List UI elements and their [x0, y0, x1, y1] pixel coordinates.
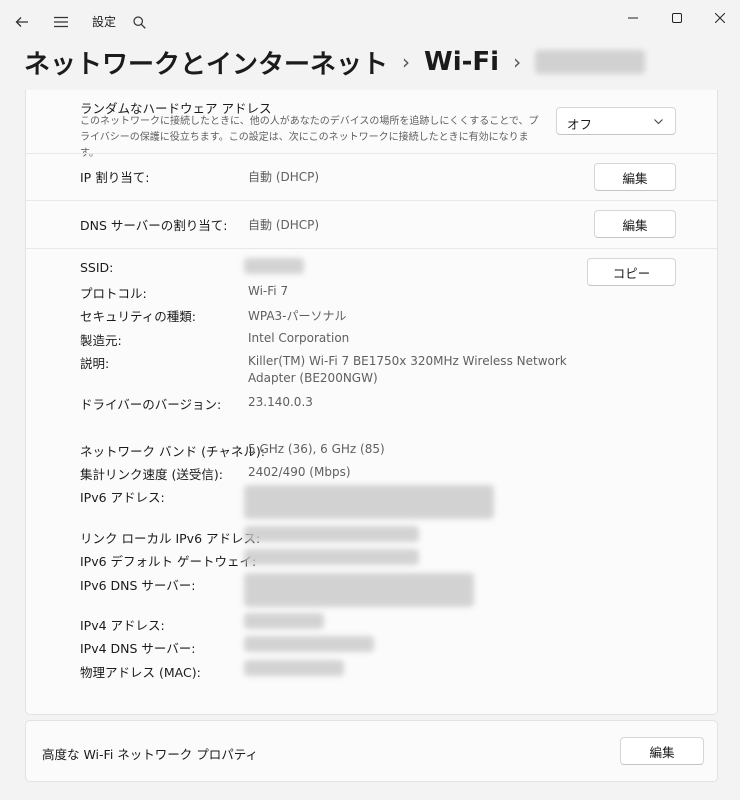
network-properties-card: ランダムなハードウェア アドレス このネットワークに接続したときに、他の人があな…: [25, 90, 718, 715]
ipv4-dns-redacted: [244, 636, 374, 652]
ip-assignment-edit-button[interactable]: 編集: [594, 163, 676, 191]
random-hw-select[interactable]: オフ: [556, 107, 676, 135]
title-bar: 設定: [0, 0, 740, 40]
manufacturer-label: 製造元:: [80, 333, 122, 348]
chevron-down-icon: [654, 119, 663, 125]
menu-button[interactable]: [47, 8, 75, 36]
maximize-icon: [672, 13, 682, 23]
link-local-ipv6-redacted: [244, 526, 419, 542]
ipv4-address-label: IPv4 アドレス:: [80, 618, 165, 633]
breadcrumb-network[interactable]: ネットワークとインターネット: [24, 44, 388, 81]
protocol-label: プロトコル:: [80, 286, 147, 301]
ipv6-gateway-label: IPv6 デフォルト ゲートウェイ:: [80, 554, 257, 569]
dns-assignment-value: 自動 (DHCP): [248, 218, 320, 232]
security-value: WPA3-パーソナル: [248, 309, 347, 323]
divider: [26, 153, 717, 154]
network-band-value: 5 GHz (36), 6 GHz (85): [248, 442, 385, 456]
dns-assignment-edit-button[interactable]: 編集: [594, 210, 676, 238]
close-button[interactable]: [697, 2, 740, 34]
manufacturer-value: Intel Corporation: [248, 331, 350, 345]
divider: [26, 200, 717, 201]
ip-assignment-label: IP 割り当て:: [80, 170, 150, 185]
driver-version-label: ドライバーのバージョン:: [80, 397, 222, 412]
copy-button[interactable]: コピー: [587, 258, 676, 286]
description-value-line2: Adapter (BE200NGW): [248, 371, 378, 385]
description-value-line1: Killer(TM) Wi-Fi 7 BE1750x 320MHz Wirele…: [248, 354, 567, 368]
hamburger-icon: [54, 16, 68, 28]
chevron-right-icon: ›: [513, 50, 522, 74]
app-title: 設定: [92, 15, 117, 29]
ipv6-address-label: IPv6 アドレス:: [80, 490, 165, 505]
description-label: 説明:: [80, 356, 110, 371]
advanced-wifi-label: 高度な Wi-Fi ネットワーク プロパティ: [42, 747, 258, 762]
back-button[interactable]: [8, 8, 36, 36]
protocol-value: Wi-Fi 7: [248, 284, 289, 298]
divider: [26, 248, 717, 249]
advanced-wifi-properties-card: 高度な Wi-Fi ネットワーク プロパティ 編集: [25, 720, 718, 782]
search-button[interactable]: [125, 8, 153, 36]
advanced-wifi-edit-button[interactable]: 編集: [620, 737, 704, 765]
network-band-label: ネットワーク バンド (チャネル):: [80, 444, 265, 459]
chevron-right-icon: ›: [402, 50, 411, 74]
ipv6-dns-label: IPv6 DNS サーバー:: [80, 578, 196, 593]
ipv4-address-redacted: [244, 613, 324, 629]
link-local-ipv6-label: リンク ローカル IPv6 アドレス:: [80, 531, 261, 546]
ssid-label: SSID:: [80, 260, 114, 275]
ipv6-gateway-redacted: [244, 549, 419, 565]
link-speed-label: 集計リンク速度 (送受信):: [80, 467, 223, 482]
dns-assignment-label: DNS サーバーの割り当て:: [80, 218, 228, 233]
driver-version-value: 23.140.0.3: [248, 395, 313, 409]
maximize-button[interactable]: [654, 2, 700, 34]
arrow-left-icon: [15, 17, 28, 27]
random-hw-description: このネットワークに接続したときに、他の人があなたのデバイスの場所を追跡しにくくす…: [80, 116, 539, 159]
search-icon: [132, 15, 146, 29]
breadcrumb: ネットワークとインターネット › Wi-Fi ›: [24, 40, 646, 84]
ipv4-dns-label: IPv4 DNS サーバー:: [80, 641, 196, 656]
close-icon: [715, 13, 725, 23]
mac-address-label: 物理アドレス (MAC):: [80, 665, 201, 680]
network-name-redacted: [535, 50, 646, 74]
security-label: セキュリティの種類:: [80, 309, 196, 324]
ip-assignment-value: 自動 (DHCP): [248, 170, 320, 184]
ipv6-dns-redacted: [244, 573, 474, 607]
ssid-value-redacted: [244, 258, 304, 274]
mac-address-redacted: [244, 660, 344, 676]
minimize-icon: [628, 17, 638, 19]
random-hw-select-value: オフ: [567, 117, 593, 132]
breadcrumb-wifi[interactable]: Wi-Fi: [424, 47, 499, 77]
link-speed-value: 2402/490 (Mbps): [248, 465, 351, 479]
minimize-button[interactable]: [610, 2, 656, 34]
ipv6-address-redacted: [244, 485, 494, 519]
